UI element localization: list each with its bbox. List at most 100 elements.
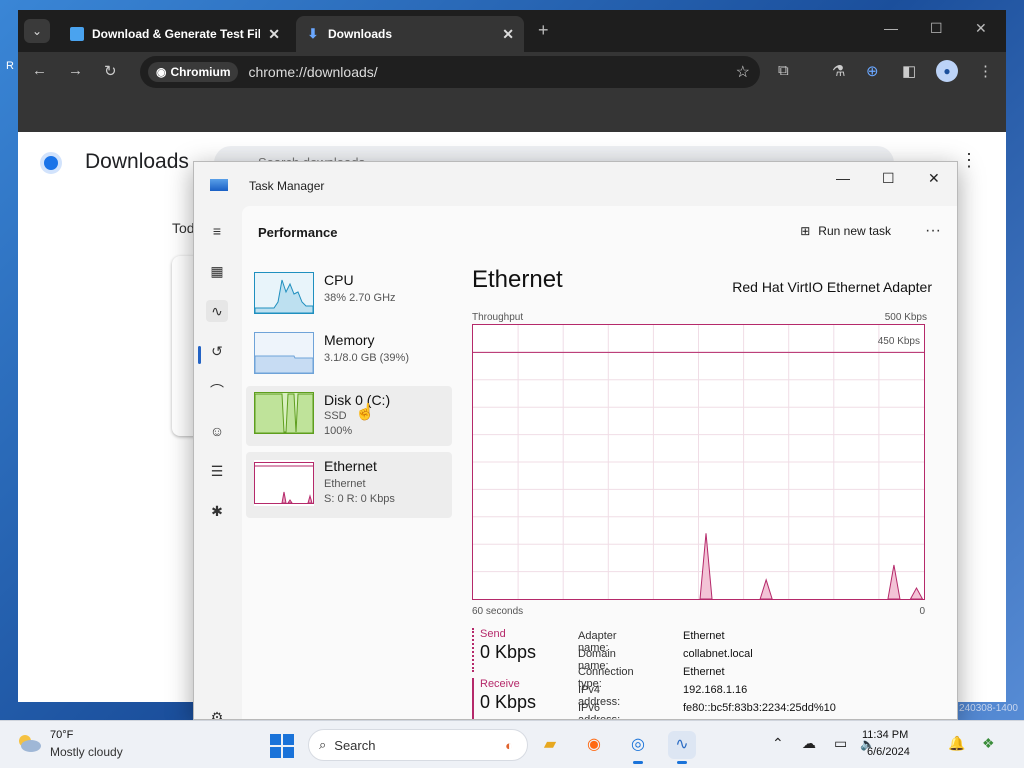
profile-avatar-icon[interactable]: ● (936, 60, 958, 82)
close-icon[interactable]: ✕ (268, 26, 280, 43)
perf-item-sub2: S: 0 R: 0 Kbps (324, 493, 395, 505)
prop-value: Ethernet (683, 630, 725, 642)
cpu-sparkline (254, 272, 314, 314)
receive-stat: Receive 0 Kbps (472, 678, 562, 719)
desktop-edge-glyph: R (6, 60, 14, 72)
more-options-icon[interactable]: ··· (925, 222, 941, 240)
chrome-logo-icon (40, 152, 62, 174)
close-window-icon[interactable]: ✕ (975, 20, 987, 37)
onedrive-icon[interactable]: ☁ (802, 735, 816, 752)
perf-item-disk[interactable]: Disk 0 (C:) SSD 100% (246, 386, 452, 446)
network-icon[interactable]: ▭ (834, 735, 847, 752)
close-icon[interactable]: ✕ (502, 26, 514, 43)
minimize-icon[interactable]: — (884, 20, 898, 36)
labs-flask-icon[interactable]: ⚗ (832, 62, 845, 80)
details-icon[interactable]: ☰ (206, 460, 228, 482)
tab-title: Downloads (328, 27, 393, 41)
services-icon[interactable]: ✱ (206, 500, 228, 522)
performance-list: CPU 38% 2.70 GHz Memory 3.1/8.0 GB (39%)… (246, 266, 452, 518)
prop-value: Ethernet (683, 666, 725, 678)
detail-title: Ethernet (472, 266, 563, 293)
perf-item-sub: SSD (324, 410, 347, 422)
notifications-bell-icon[interactable]: 🔔 (948, 735, 965, 752)
processes-icon[interactable]: ▦ (206, 260, 228, 282)
tab-search-button[interactable]: ⌄ (24, 19, 50, 43)
clock-time[interactable]: 11:34 PM (862, 729, 908, 741)
show-hidden-icons-icon[interactable]: ⌃ (772, 735, 784, 752)
threshold-label: 450 Kbps (877, 336, 920, 347)
copilot-icon[interactable]: ❖ (982, 735, 995, 752)
task-manager-taskbar-icon[interactable]: ∿ (668, 731, 696, 764)
maximize-icon[interactable]: ☐ (930, 20, 943, 37)
tab-download-generate[interactable]: Download & Generate Test File ✕ (60, 16, 290, 52)
browser-menu-icon[interactable]: ⋮ (978, 62, 993, 80)
weather-temperature[interactable]: 70°F (50, 729, 73, 741)
send-stat: Send 0 Kbps (472, 628, 562, 672)
graph-max-label: 500 Kbps (884, 312, 927, 323)
performance-panel: Performance ⊞ Run new task ··· CPU 38% 2… (242, 206, 957, 719)
x-left-label: 60 seconds (472, 606, 524, 617)
receive-label: Receive (480, 678, 520, 690)
throughput-peak (699, 533, 713, 600)
run-task-icon: ⊞ (800, 224, 811, 238)
toolbar-spacer (18, 92, 1006, 132)
extensions-icon[interactable]: ⧉ (778, 62, 789, 79)
browser-toolbar: ← → ↻ ◉ Chromium chrome://downloads/ ☆ ⧉… (18, 52, 1006, 92)
x-right-label: 0 (919, 606, 925, 617)
panel-header: Performance ⊞ Run new task ··· (242, 206, 957, 258)
ethernet-sparkline (254, 460, 314, 506)
prop-key: IPv6 address: (578, 702, 621, 720)
prop-value: 192.168.1.16 (683, 684, 748, 696)
site-chip[interactable]: ◉ Chromium (148, 62, 239, 82)
title-bar: Task Manager — ☐ ✕ (194, 162, 957, 206)
page-menu-icon[interactable]: ⋮ (960, 150, 978, 171)
run-new-task-button[interactable]: ⊞ Run new task (800, 224, 891, 238)
run-new-task-label: Run new task (818, 224, 891, 238)
side-panel-icon[interactable]: ◧ (902, 62, 916, 80)
address-bar[interactable]: ◉ Chromium chrome://downloads/ ☆ (140, 56, 760, 88)
back-icon[interactable]: ← (32, 62, 47, 79)
reload-icon[interactable]: ↻ (104, 62, 117, 80)
task-manager-app-icon (210, 179, 228, 191)
taskbar-search-label: Search (334, 737, 376, 753)
users-icon[interactable]: ☺ (206, 420, 228, 442)
start-button[interactable] (270, 734, 294, 758)
bookmark-star-icon[interactable]: ☆ (736, 62, 750, 82)
prop-value: collabnet.local (683, 648, 753, 660)
close-icon[interactable]: ✕ (928, 170, 940, 187)
taskbar-search-box[interactable]: ⌕ Search ◐ (308, 729, 528, 761)
forward-icon[interactable]: → (68, 62, 83, 79)
clock-date[interactable]: 6/6/2024 (867, 746, 910, 758)
perf-item-ethernet[interactable]: Ethernet Ethernet S: 0 R: 0 Kbps (246, 452, 452, 518)
throughput-peak (887, 564, 901, 600)
desktop-watermark: 240308-1400 (959, 703, 1018, 714)
firefox-icon[interactable]: ◉ (580, 731, 608, 759)
performance-icon[interactable]: ∿ (206, 300, 228, 322)
downloads-icon[interactable]: ⊕ (866, 62, 879, 80)
perf-item-sub: Ethernet (324, 478, 366, 490)
new-tab-icon[interactable]: + (538, 20, 549, 41)
weather-cloud-icon[interactable] (16, 733, 42, 753)
startup-apps-icon[interactable]: ⌒ (206, 380, 228, 402)
perf-item-cpu[interactable]: CPU 38% 2.70 GHz (246, 266, 452, 326)
settings-icon[interactable]: ⚙ (206, 706, 228, 719)
file-explorer-icon[interactable]: ▰ (536, 731, 564, 759)
throughput-peak (759, 578, 773, 600)
tab-downloads[interactable]: ⬇ Downloads ✕ (296, 16, 524, 52)
perf-item-name: Memory (324, 332, 375, 348)
panel-title: Performance (258, 225, 338, 240)
maximize-icon[interactable]: ☐ (882, 170, 895, 187)
perf-item-memory[interactable]: Memory 3.1/8.0 GB (39%) (246, 326, 452, 386)
disk-sparkline (254, 392, 314, 434)
hamburger-menu-icon[interactable]: ≡ (206, 220, 228, 242)
minimize-icon[interactable]: — (836, 170, 850, 186)
window-title: Task Manager (249, 179, 325, 193)
chromium-taskbar-icon[interactable]: ◎ (624, 731, 652, 764)
search-highlight-icon: ◐ (505, 737, 513, 753)
weather-description[interactable]: Mostly cloudy (50, 745, 123, 759)
app-history-icon[interactable]: ↺ (206, 340, 228, 362)
send-label: Send (480, 628, 506, 640)
page-title: Downloads (85, 150, 189, 173)
tab-strip: ⌄ Download & Generate Test File ✕ ⬇ Down… (18, 10, 1006, 52)
site-chip-label: Chromium (170, 65, 231, 79)
